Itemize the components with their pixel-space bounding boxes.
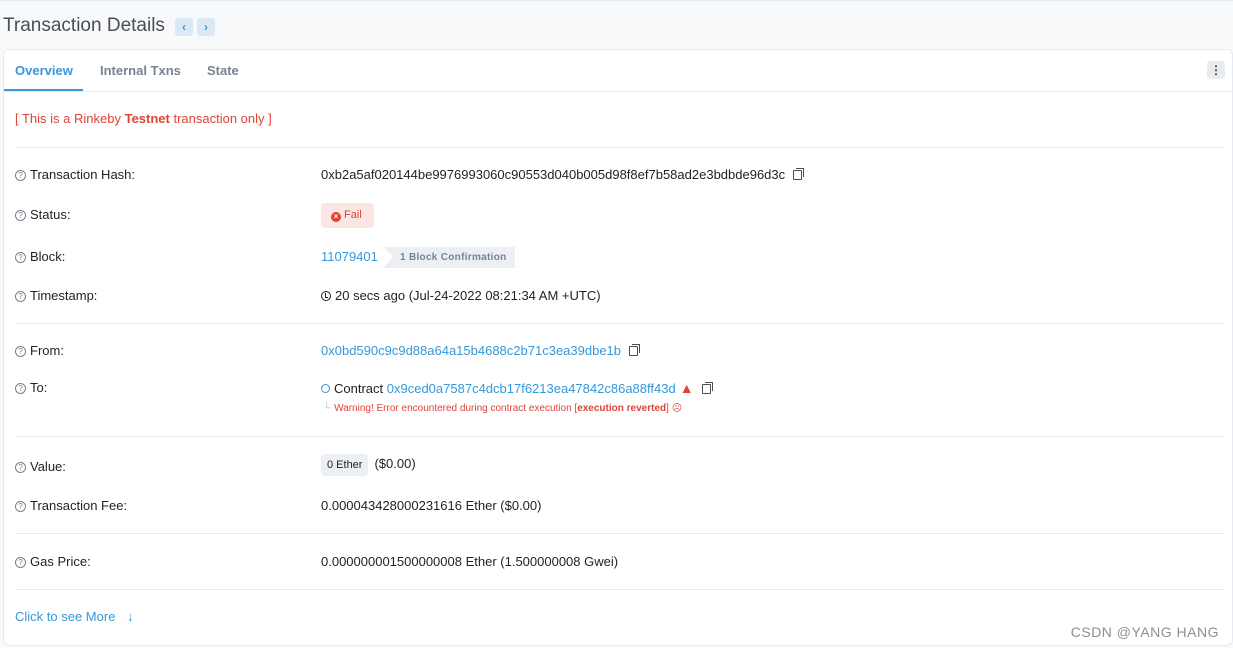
status-label: ? Status:	[15, 207, 70, 222]
warning-icon: ▲	[679, 380, 694, 396]
status-text: Fail	[344, 209, 362, 221]
from-address-link[interactable]: 0x0bd590c9c9d88a64a15b4688c2b71c3ea39dbe…	[321, 343, 621, 358]
page-header: Transaction Details ‹ ›	[0, 0, 1233, 50]
to-label-text: To:	[30, 380, 48, 395]
tx-hash-label: ? Transaction Hash:	[15, 167, 135, 182]
divider	[15, 589, 1225, 590]
clock-icon	[321, 291, 331, 301]
block-value: 11079401	[321, 249, 378, 264]
page-title: Transaction Details	[3, 15, 165, 36]
watermark: CSDN @YANG HANG	[1070, 624, 1219, 640]
tx-fee-value: 0.000043428000231616 Ether ($0.00)	[321, 498, 542, 513]
ether-amount-badge: 0 Ether	[321, 454, 369, 476]
timestamp-label: ? Timestamp:	[15, 288, 97, 303]
zoom-icon	[321, 384, 330, 393]
see-more-link[interactable]: Click to see More ↓	[15, 609, 134, 624]
help-icon[interactable]: ?	[15, 210, 26, 221]
warning-suffix: ]	[666, 403, 669, 414]
timestamp-value: 20 secs ago (Jul-24-2022 08:21:34 AM +UT…	[321, 288, 601, 303]
help-icon[interactable]: ?	[15, 346, 26, 357]
notice-suffix: transaction only ]	[169, 111, 272, 126]
tx-hash-text: 0xb2a5af020144be9976993060c90553d040b005…	[321, 167, 786, 182]
value-label-text: Value:	[30, 459, 66, 474]
value-value: 0 Ether ($0.00)	[321, 454, 416, 476]
block-label: ? Block:	[15, 249, 65, 264]
tx-hash-label-text: Transaction Hash:	[30, 167, 136, 182]
from-label-text: From:	[30, 343, 64, 358]
value-usd: ($0.00)	[374, 456, 416, 471]
from-value: 0x0bd590c9c9d88a64a15b4688c2b71c3ea39dbe…	[321, 343, 641, 358]
from-label: ? From:	[15, 343, 64, 358]
timestamp-label-text: Timestamp:	[30, 288, 98, 303]
gas-price-label: ? Gas Price:	[15, 554, 91, 569]
copy-icon[interactable]	[793, 168, 805, 180]
x-circle-icon: ×	[331, 212, 341, 222]
to-value: Contract 0x9ced0a7587c4dcb17f6213ea47842…	[321, 380, 713, 396]
transaction-card: Overview Internal Txns State ⋮ [ This is…	[3, 49, 1233, 646]
copy-icon[interactable]	[629, 344, 641, 356]
help-icon[interactable]: ?	[15, 291, 26, 302]
help-icon[interactable]: ?	[15, 383, 26, 394]
warning-reason: execution reverted	[577, 403, 667, 414]
gas-price-value: 0.000000001500000008 Ether (1.500000008 …	[321, 554, 619, 569]
contract-label: Contract	[334, 381, 384, 396]
execution-warning: └ Warning! Error encountered during contr…	[323, 403, 682, 414]
divider	[15, 533, 1225, 534]
divider	[15, 436, 1225, 437]
next-transaction-button[interactable]: ›	[197, 18, 215, 36]
status-label-text: Status:	[30, 207, 71, 222]
more-options-button[interactable]: ⋮	[1207, 61, 1225, 79]
notice-testnet: Testnet	[124, 111, 170, 126]
divider	[15, 323, 1225, 324]
block-number-link[interactable]: 11079401	[321, 249, 378, 264]
help-icon[interactable]: ?	[15, 252, 26, 263]
active-tab-indicator	[4, 89, 83, 91]
help-icon[interactable]: ?	[15, 501, 26, 512]
prev-transaction-button[interactable]: ‹	[175, 18, 193, 36]
tab-overview[interactable]: Overview	[15, 63, 73, 78]
timestamp-text: 20 secs ago (Jul-24-2022 08:21:34 AM +UT…	[335, 288, 601, 303]
help-icon[interactable]: ?	[15, 557, 26, 568]
notice-prefix: [ This is a Rinkeby	[15, 111, 125, 126]
testnet-notice: [ This is a Rinkeby Testnet transaction …	[15, 111, 272, 126]
block-confirmation-badge: 1 Block Confirmation	[384, 247, 515, 268]
warning-prefix: Warning! Error encountered during contra…	[334, 403, 578, 414]
to-label: ? To:	[15, 380, 47, 395]
tree-connector-icon: └	[323, 403, 331, 414]
divider	[15, 147, 1225, 148]
help-icon[interactable]: ?	[15, 170, 26, 181]
status-badge: × Fail	[321, 203, 374, 228]
copy-icon[interactable]	[701, 382, 713, 394]
arrow-down-icon: ↓	[127, 609, 134, 624]
to-address-link[interactable]: 0x9ced0a7587c4dcb17f6213ea47842c86a88ff4…	[387, 381, 676, 396]
tab-bar: Overview Internal Txns State ⋮	[4, 50, 1232, 92]
gas-price-label-text: Gas Price:	[30, 554, 91, 569]
tx-hash-value: 0xb2a5af020144be9976993060c90553d040b005…	[321, 167, 805, 182]
tab-internal-txns[interactable]: Internal Txns	[100, 63, 181, 78]
tx-fee-label-text: Transaction Fee:	[30, 498, 128, 513]
block-label-text: Block:	[30, 249, 66, 264]
see-more-text: Click to see More	[15, 609, 116, 624]
value-label: ? Value:	[15, 459, 66, 474]
help-icon[interactable]: ?	[15, 462, 26, 473]
tab-state[interactable]: State	[207, 63, 239, 78]
sad-face-icon: ☹	[671, 403, 683, 414]
tx-fee-label: ? Transaction Fee:	[15, 498, 127, 513]
